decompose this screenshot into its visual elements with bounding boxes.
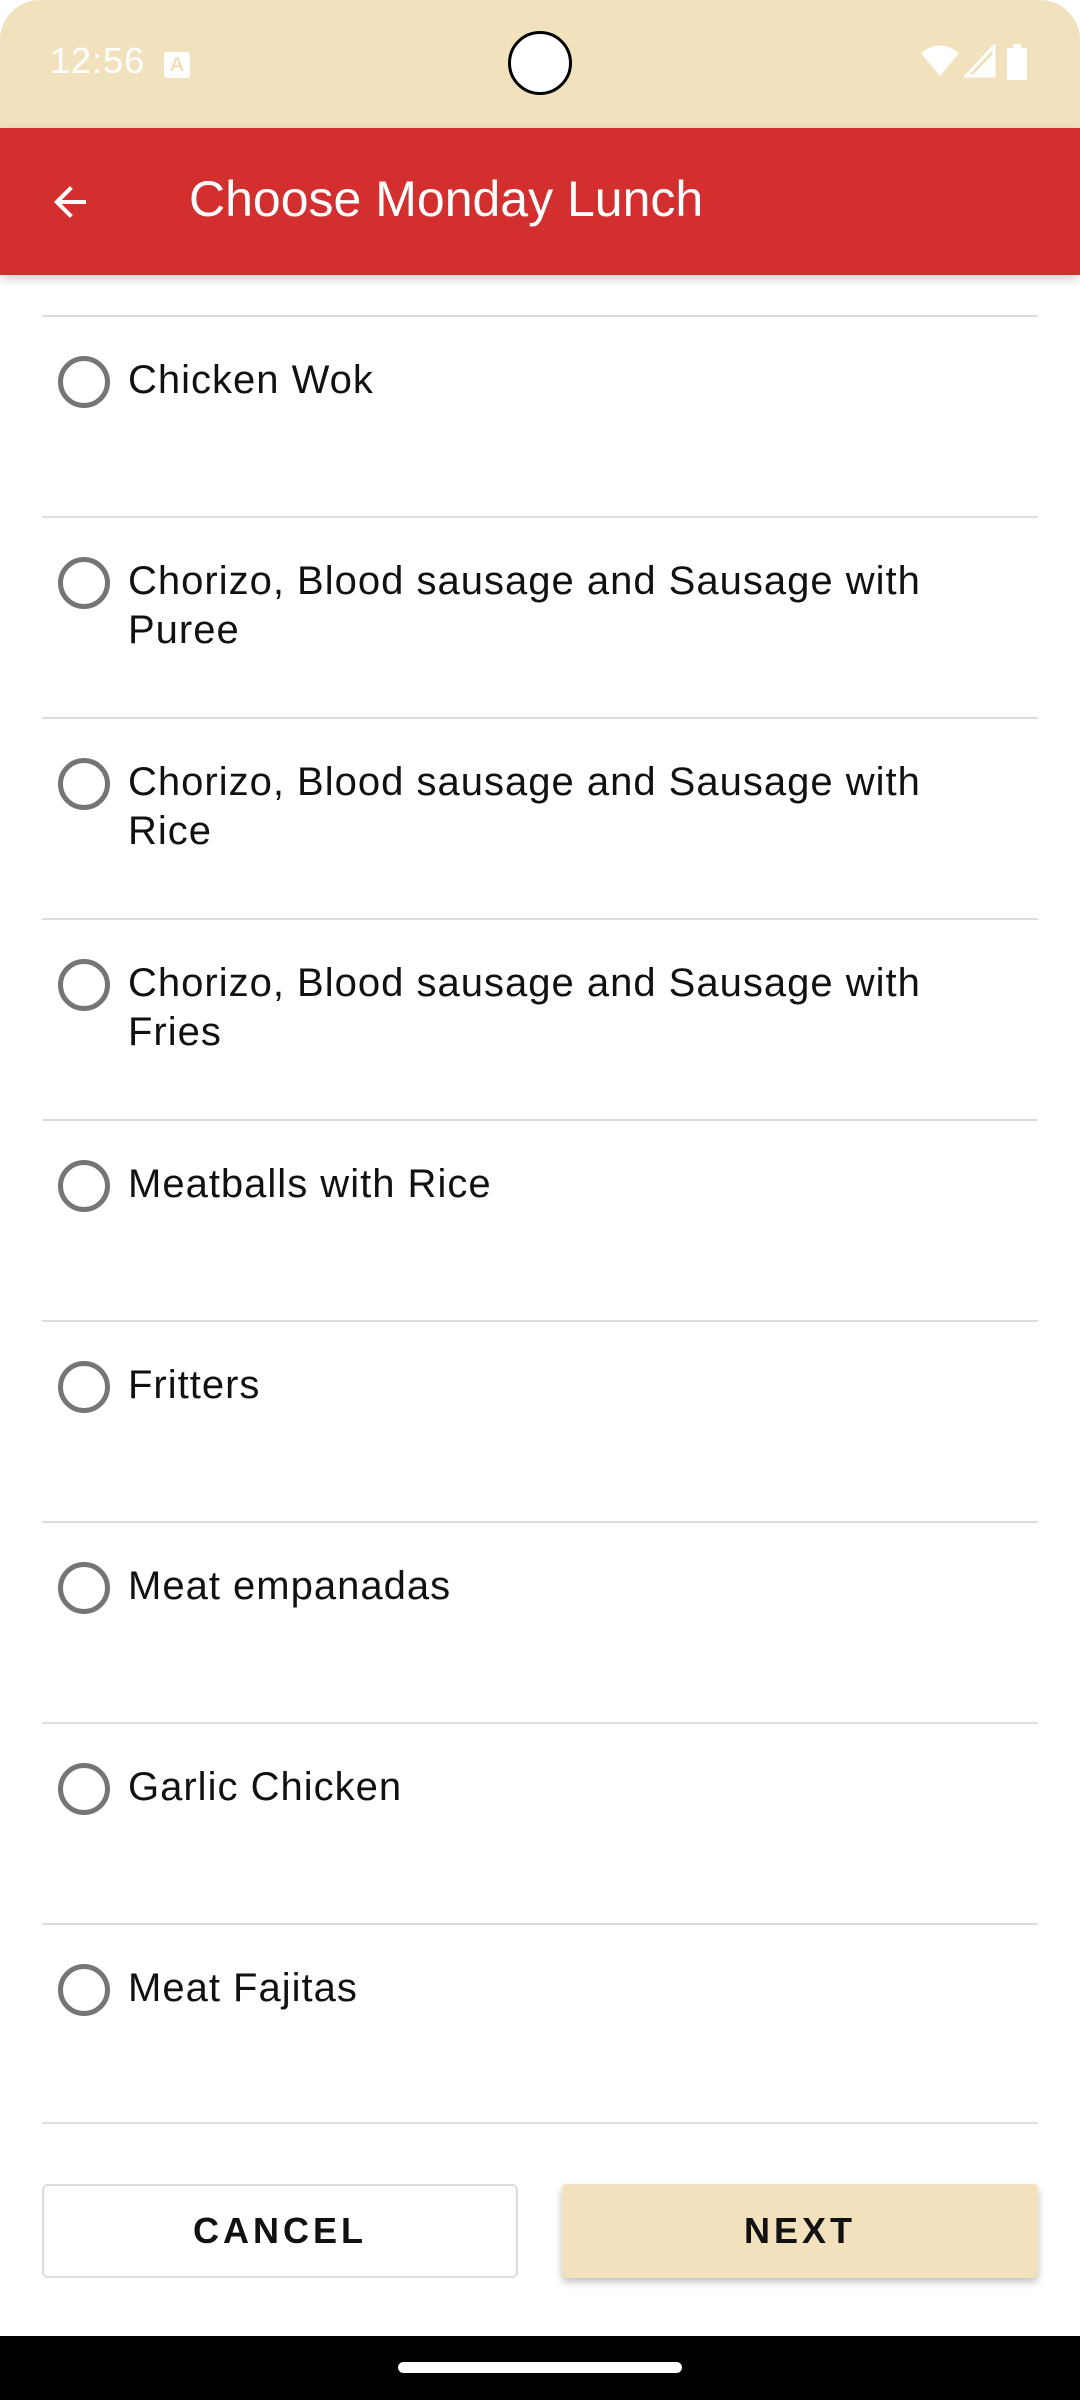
arrow-left-icon <box>54 186 86 218</box>
option-label: Meatballs with Rice <box>128 1162 492 1206</box>
list-item-option[interactable]: Garlic Chicken <box>42 1722 1038 1923</box>
list-item-option[interactable]: Meat Fajitas <box>42 1923 1038 2124</box>
radio-button[interactable] <box>58 356 110 408</box>
option-label: Chorizo, Blood sausage and Sausage with … <box>128 961 921 1054</box>
cancel-button[interactable]: CANCEL <box>42 2184 518 2278</box>
home-gesture-handle[interactable] <box>398 2362 682 2373</box>
option-label: Meat empanadas <box>128 1564 452 1608</box>
list-item-option[interactable]: Chorizo, Blood sausage and Sausage with … <box>42 918 1038 1119</box>
option-label: Chicken Wok <box>128 358 374 402</box>
navigation-bar <box>0 2336 1080 2400</box>
radio-button[interactable] <box>58 1361 110 1413</box>
option-label: Garlic Chicken <box>128 1765 403 1809</box>
next-button[interactable]: NEXT <box>562 2184 1038 2278</box>
radio-button[interactable] <box>58 1160 110 1212</box>
status-time: 12:56 <box>50 40 146 81</box>
camera-cutout <box>508 31 572 95</box>
option-label: Chorizo, Blood sausage and Sausage with … <box>128 559 921 652</box>
radio-button[interactable] <box>58 758 110 810</box>
list-item-option[interactable]: Meat empanadas <box>42 1521 1038 1722</box>
signal-icon <box>964 44 996 78</box>
radio-button[interactable] <box>58 1964 110 2016</box>
list-item-option[interactable]: Chorizo, Blood sausage and Sausage with … <box>42 717 1038 918</box>
back-button[interactable] <box>30 162 110 242</box>
option-label: Chorizo, Blood sausage and Sausage with … <box>128 760 921 853</box>
list-item-option[interactable]: Meatballs with Rice <box>42 1119 1038 1320</box>
list-item-option[interactable]: Chorizo, Blood sausage and Sausage with … <box>42 516 1038 717</box>
radio-button[interactable] <box>58 959 110 1011</box>
option-label: Meat Fajitas <box>128 1966 358 2010</box>
a-box-icon: A <box>164 52 190 78</box>
radio-button[interactable] <box>58 1562 110 1614</box>
app-bar: Choose Monday Lunch <box>0 128 1080 275</box>
page-title: Choose Monday Lunch <box>189 171 704 227</box>
lunch-options-list: Chicken Wok Chorizo, Blood sausage and S… <box>42 315 1038 2124</box>
radio-button[interactable] <box>58 1763 110 1815</box>
wifi-icon <box>921 45 959 76</box>
radio-button[interactable] <box>58 557 110 609</box>
option-label: Fritters <box>128 1363 261 1407</box>
status-bar: 12:56 A <box>0 0 1080 128</box>
list-item-option[interactable]: Chicken Wok <box>42 315 1038 516</box>
list-item-option[interactable]: Fritters <box>42 1320 1038 1521</box>
status-icons <box>920 44 1040 80</box>
battery-icon <box>1007 44 1027 80</box>
